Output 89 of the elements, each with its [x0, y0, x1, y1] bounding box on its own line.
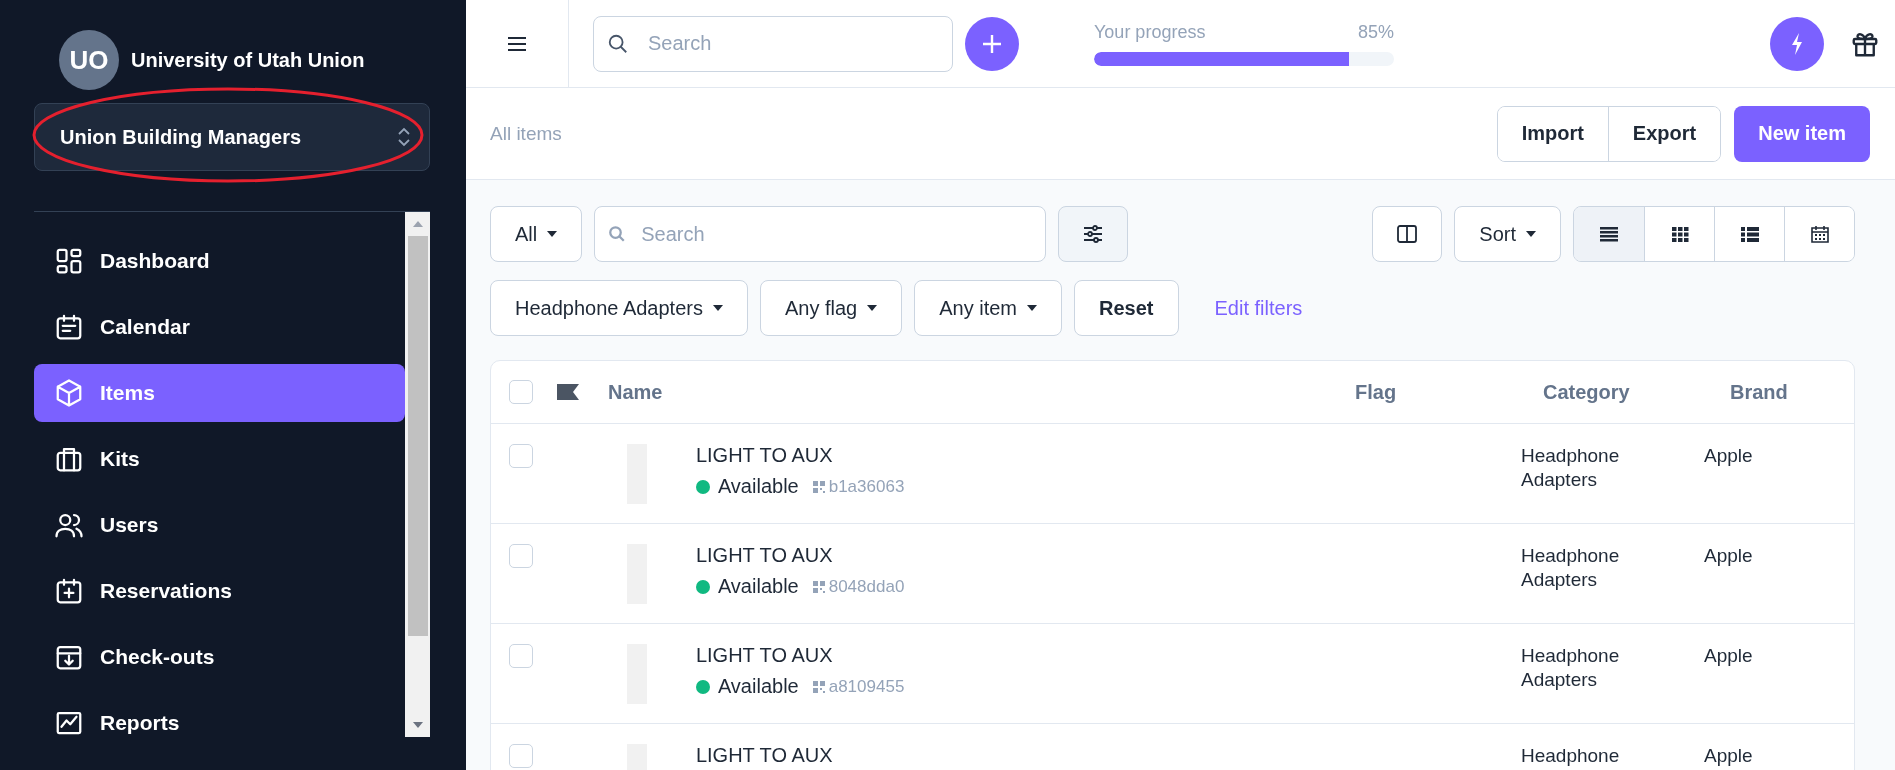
columns-button[interactable] [1372, 206, 1443, 262]
breadcrumb: All items [490, 122, 562, 145]
nav-item[interactable]: Reservations [34, 562, 405, 620]
item-name[interactable]: LIGHT TO AUX [695, 544, 905, 567]
column-header[interactable]: Brand [1730, 380, 1788, 404]
caret-icon [712, 305, 723, 311]
view-toggle[interactable] [1644, 207, 1714, 261]
filter-settings-button[interactable] [1058, 206, 1129, 262]
item-code: a8109455 [828, 676, 905, 697]
team-selector[interactable]: Union Building Managers [34, 103, 430, 171]
plus-icon [981, 32, 1003, 55]
search-icon [608, 225, 627, 243]
search-icon [607, 32, 629, 55]
item-name[interactable]: LIGHT TO AUX [695, 644, 905, 667]
lightning-icon [1789, 31, 1805, 56]
item-code: 8048dda0 [828, 576, 905, 597]
scrollbar[interactable] [405, 212, 430, 737]
brand-cell-text: Apple [1704, 744, 1754, 768]
columns-icon [1397, 225, 1418, 243]
column-header[interactable]: Name [608, 380, 663, 404]
row-checkbox[interactable] [509, 544, 533, 568]
view-toggle[interactable] [1784, 207, 1854, 261]
row-checkbox[interactable] [509, 644, 533, 668]
select-all-checkbox[interactable] [509, 380, 533, 404]
chevron-updown-icon [397, 126, 411, 148]
sliders-icon [1083, 225, 1104, 243]
calendar-icon [54, 312, 84, 342]
nav-item[interactable]: Users [34, 496, 405, 554]
reset-button[interactable]: Reset [1074, 280, 1179, 336]
nav-item[interactable]: Kits [34, 430, 405, 488]
brand-cell-text: Apple [1704, 544, 1754, 568]
view-toggle[interactable] [1714, 207, 1784, 261]
list-icon [1599, 225, 1619, 243]
item-code: b1a36063 [828, 476, 905, 497]
row-checkbox[interactable] [509, 744, 533, 768]
menu-icon[interactable] [506, 34, 528, 53]
scrollbar-thumb[interactable] [407, 236, 428, 636]
org-avatar: UO [59, 30, 119, 90]
caret-icon [547, 231, 558, 237]
category-cell-text: Headphone Adapters [1521, 644, 1621, 692]
sort-dropdown[interactable]: Sort [1454, 206, 1561, 262]
column-header[interactable]: Category [1543, 380, 1630, 404]
caret-icon [867, 305, 878, 311]
cube-icon [54, 378, 84, 408]
qr-code-icon [812, 680, 825, 693]
filter-dropdown[interactable]: Any item [914, 280, 1062, 336]
category-cell-text: Headphone Adapters [1521, 444, 1621, 492]
scope-dropdown[interactable]: All [490, 206, 583, 262]
item-name[interactable]: LIGHT TO AUX [695, 444, 905, 467]
toolbar-button[interactable]: Export [1607, 106, 1721, 161]
progress-label: Your progress [1094, 21, 1206, 43]
column-header[interactable]: Flag [1355, 380, 1397, 404]
brand-cell-text: Apple [1704, 444, 1754, 468]
filter-dropdown[interactable]: Headphone Adapters [490, 280, 748, 336]
qr-code-icon [812, 480, 825, 493]
nav-item[interactable]: Calendar [34, 298, 405, 356]
nav-item[interactable]: Dashboard [34, 232, 405, 290]
add-button[interactable] [965, 16, 1019, 71]
status-text: Available [717, 675, 799, 698]
edit-filters-link[interactable]: Edit filters [1214, 296, 1303, 320]
detail-list-icon [1739, 225, 1760, 243]
grid-icon [1669, 225, 1690, 243]
search-field[interactable]: Search [594, 206, 1047, 262]
caret-icon [1526, 231, 1536, 237]
bolt-button[interactable] [1770, 16, 1824, 71]
category-cell-text: Headphone Adapters [1521, 544, 1621, 592]
new-item-button[interactable]: New item [1734, 105, 1870, 162]
progress-reading: 85% [1357, 21, 1394, 43]
org-name: University of Utah Union [131, 48, 365, 72]
calendar-icon [1809, 225, 1830, 243]
scroll-down-icon[interactable] [411, 721, 424, 729]
nav-item[interactable]: Check-outs [34, 628, 405, 686]
search-field[interactable]: Search [593, 15, 953, 72]
qr-code-icon [812, 580, 825, 593]
status-text: Available [717, 475, 799, 498]
brand-cell-text: Apple [1704, 644, 1754, 668]
calendar-plus-icon [54, 576, 84, 606]
filter-dropdown[interactable]: Any flag [759, 280, 903, 336]
view-toggle[interactable] [1574, 207, 1644, 261]
nav-item[interactable]: Items [34, 364, 405, 422]
caret-icon [1027, 305, 1037, 311]
item-name[interactable]: LIGHT TO AUX [695, 744, 833, 767]
flag-icon [557, 384, 579, 400]
dashboard-icon [54, 246, 84, 276]
nav-item[interactable]: Reports [34, 694, 405, 752]
category-cell-text: Headphone [1521, 744, 1621, 768]
scroll-up-icon[interactable] [411, 220, 424, 228]
status-text: Available [717, 575, 799, 598]
row-checkbox[interactable] [509, 444, 533, 468]
